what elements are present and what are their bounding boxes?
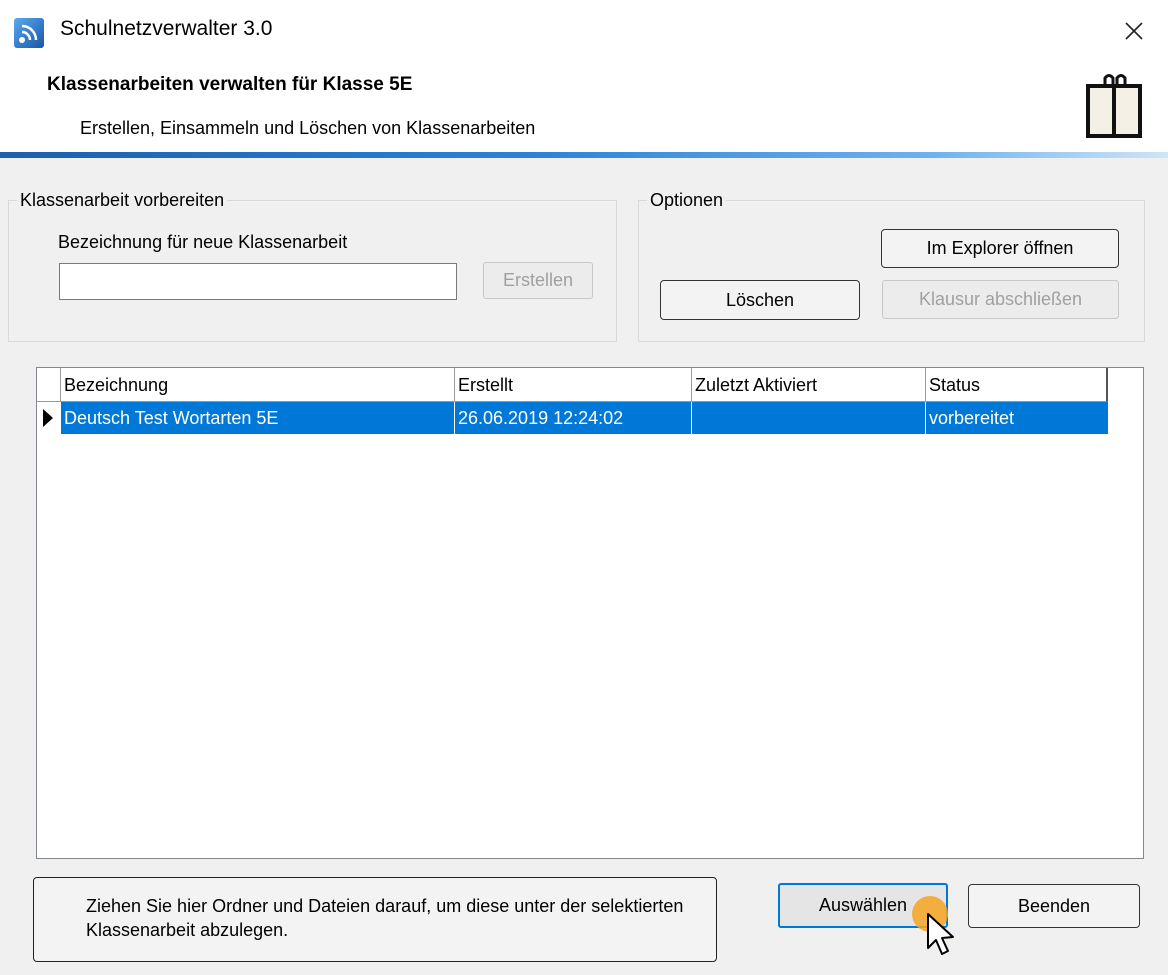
row-pointer-icon — [43, 409, 53, 427]
finalize-exam-button[interactable]: Klausur abschließen — [882, 280, 1119, 319]
create-button[interactable]: Erstellen — [483, 262, 593, 299]
exit-button[interactable]: Beenden — [968, 884, 1140, 928]
app-network-icon — [13, 17, 45, 49]
exam-list[interactable]: Bezeichnung Erstellt Zuletzt Aktiviert S… — [36, 367, 1144, 859]
mouse-cursor-icon — [908, 890, 964, 970]
options-group-legend: Optionen — [647, 188, 727, 212]
name-label: Bezeichnung für neue Klassenarbeit — [58, 232, 348, 252]
column-header-last-activated[interactable]: Zuletzt Aktiviert — [692, 368, 926, 402]
header-subtitle: Erstellen, Einsammeln und Löschen von Kl… — [80, 118, 536, 138]
name-input[interactable] — [59, 263, 457, 300]
open-in-explorer-button[interactable]: Im Explorer öffnen — [881, 229, 1119, 268]
close-icon[interactable] — [1117, 14, 1151, 48]
book-icon — [1083, 72, 1143, 142]
dialog-header: Klassenarbeiten verwalten für Klasse 5E … — [0, 62, 1168, 154]
header-title: Klassenarbeiten verwalten für Klasse 5E — [47, 74, 413, 95]
row-indicator-header — [37, 368, 61, 402]
column-header-status[interactable]: Status — [926, 368, 1108, 402]
prepare-group-legend: Klassenarbeit vorbereiten — [17, 188, 228, 212]
table-row[interactable]: Deutsch Test Wortarten 5E 26.06.2019 12:… — [37, 402, 1108, 434]
column-header-created[interactable]: Erstellt — [455, 368, 692, 402]
delete-button[interactable]: Löschen — [660, 280, 860, 320]
cell-last-activated — [692, 402, 926, 434]
title-bar[interactable]: Schulnetzverwalter 3.0 — [0, 0, 1168, 62]
cell-name: Deutsch Test Wortarten 5E — [61, 402, 455, 434]
header-accent-line — [0, 152, 1168, 158]
window-title: Schulnetzverwalter 3.0 — [60, 17, 273, 40]
column-header-name[interactable]: Bezeichnung — [61, 368, 455, 402]
list-header: Bezeichnung Erstellt Zuletzt Aktiviert S… — [37, 368, 1108, 402]
cell-created: 26.06.2019 12:24:02 — [455, 402, 692, 434]
options-group: Optionen — [638, 188, 1145, 342]
file-drop-zone[interactable]: Ziehen Sie hier Ordner und Dateien darau… — [33, 877, 717, 962]
row-indicator — [37, 402, 61, 434]
cell-status: vorbereitet — [926, 402, 1108, 434]
